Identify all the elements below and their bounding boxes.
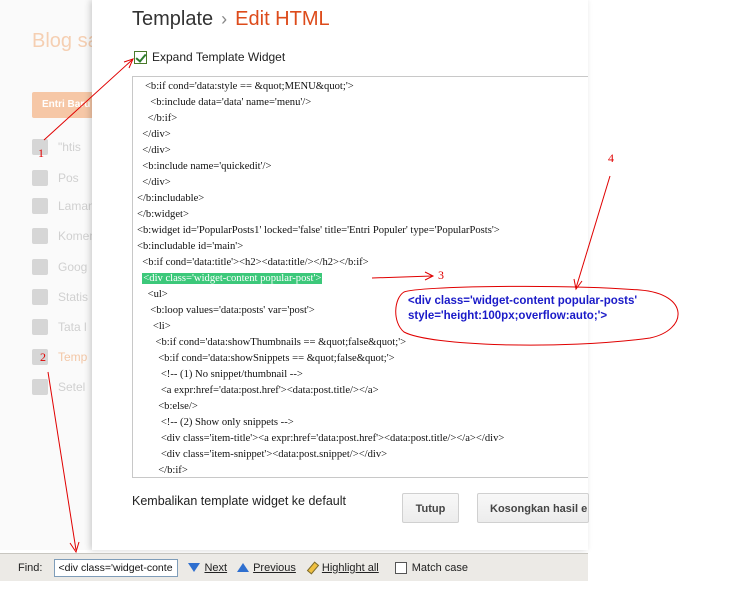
sidebar-item-label: Temp [58, 350, 88, 364]
sidebar-item[interactable]: Statis [32, 287, 88, 307]
breadcrumb-separator: › [221, 9, 228, 29]
blog-title: Blog sa [32, 30, 99, 52]
find-bar: Find: <div class='widget-conte Next Prev… [0, 553, 588, 581]
sidebar-item[interactable]: Laman [32, 196, 95, 216]
expand-widget-checkbox[interactable] [134, 50, 147, 64]
highlighter-icon [306, 562, 318, 574]
callout-replacement-code: <div class='widget-content popular-posts… [408, 295, 638, 322]
code-line: <b:include name='quickedit'/> [137, 161, 272, 172]
code-line: <a expr:href='data:post.href'><data:post… [137, 385, 379, 396]
match-case-checkbox[interactable] [394, 561, 407, 574]
find-input[interactable]: <div class='widget-conte [54, 558, 179, 577]
stats-icon [32, 289, 48, 305]
code-line: <ul> [137, 289, 168, 300]
code-line: <div class='item-title'><a expr:href='da… [137, 433, 505, 444]
expand-widget-row[interactable]: Expand Template Widget [134, 50, 285, 64]
new-post-button[interactable]: Entri Baru [32, 92, 94, 118]
highlight-all-button[interactable]: Highlight all [306, 562, 379, 574]
pages-icon [32, 198, 48, 214]
sidebar-item-label: Tata l [58, 320, 87, 334]
find-next-button[interactable]: Next [188, 562, 227, 574]
find-previous-button[interactable]: Previous [237, 562, 296, 574]
reset-template-text: Kembalikan template widget ke default [132, 494, 347, 508]
annotation-3: 3 [438, 268, 444, 282]
dialog-title-sub: Edit HTML [235, 8, 330, 30]
sidebar-item-label: Goog [58, 260, 88, 274]
code-line: <li> [137, 321, 171, 332]
code-editor[interactable]: <b:if cond='data:style == &quot;MENU&quo… [132, 76, 588, 478]
sidebar-item[interactable]: Pos [32, 168, 79, 188]
match-case-label: Match case [411, 561, 469, 574]
search-match: <div class='widget-content popular-post'… [142, 273, 323, 284]
annotation-1: 1 [38, 146, 44, 160]
code-line: <!-- (2) Show only snippets --> [137, 417, 294, 428]
find-previous-label: Previous [253, 561, 296, 574]
close-button[interactable]: Tutup [402, 493, 459, 523]
sidebar-item[interactable]: Setel [32, 377, 85, 397]
match-case-toggle[interactable]: Match case [389, 561, 469, 574]
code-line: <b:if cond='data:showThumbnails == &quot… [137, 337, 407, 348]
code-line: </b:includable> [137, 193, 205, 204]
code-line: <b:if cond='data:showSnippets == &quot;f… [137, 353, 395, 364]
dialog-title: Template › Edit HTML [132, 8, 330, 31]
arrow-up-icon [237, 563, 250, 572]
sidebar-item-label: Pos [58, 171, 79, 185]
code-line: <b:loop values='data:posts' var='post'> [137, 305, 315, 316]
settings-icon [32, 379, 48, 395]
sidebar-item[interactable]: Komen [32, 226, 96, 246]
sidebar-item[interactable]: Goog [32, 257, 87, 277]
code-line: </div> [137, 177, 171, 188]
code-line: <b:if cond='data:style == &quot;MENU&quo… [137, 81, 354, 92]
code-line: </b:if> [137, 113, 178, 124]
code-line: <b:else/> [137, 401, 198, 412]
comments-icon [32, 228, 48, 244]
sidebar-item-label: Statis [58, 290, 89, 304]
google-plus-icon [32, 259, 48, 275]
code-line: <b:if cond='data:title'><h2><data:title/… [137, 257, 369, 268]
layout-icon [32, 319, 48, 335]
find-label: Find: [18, 561, 43, 574]
expand-widget-label: Expand Template Widget [152, 50, 286, 64]
sidebar-item-label: "htis [58, 140, 81, 154]
edit-html-dialog: Template › Edit HTML Expand Template Widge… [92, 0, 589, 550]
code-line: <b:widget id='PopularPosts1' locked='fal… [137, 225, 500, 236]
sidebar-item-label: Setel [58, 380, 86, 394]
sidebar-item-label: Laman [58, 199, 95, 213]
code-line: </b:widget> [137, 209, 189, 220]
code-line: <b:includable id='main'> [137, 241, 244, 252]
sidebar-item-label: Komen [58, 229, 97, 243]
annotation-4: 4 [608, 151, 614, 165]
code-line: </div> [137, 145, 171, 156]
code-line: </b:if> [137, 465, 188, 476]
sidebar-item[interactable]: Tata l [32, 317, 87, 337]
posts-icon [32, 170, 48, 186]
find-next-label: Next [204, 561, 228, 574]
code-line: <div class='item-snippet'><data:post.sni… [137, 449, 388, 460]
code-line-highlighted: <div class='widget-content popular-post'… [137, 271, 323, 287]
arrow-down-icon [188, 563, 201, 572]
code-line: <b:include data='data' name='menu'/> [137, 97, 312, 108]
highlight-all-label: Highlight all [321, 561, 379, 574]
annotation-2: 2 [40, 350, 46, 364]
dialog-title-main: Template [132, 8, 214, 30]
code-line: </div> [137, 129, 171, 140]
clear-results-button[interactable]: Kosongkan hasil e [477, 493, 589, 523]
code-line: <!-- (1) No snippet/thumbnail --> [137, 369, 303, 380]
